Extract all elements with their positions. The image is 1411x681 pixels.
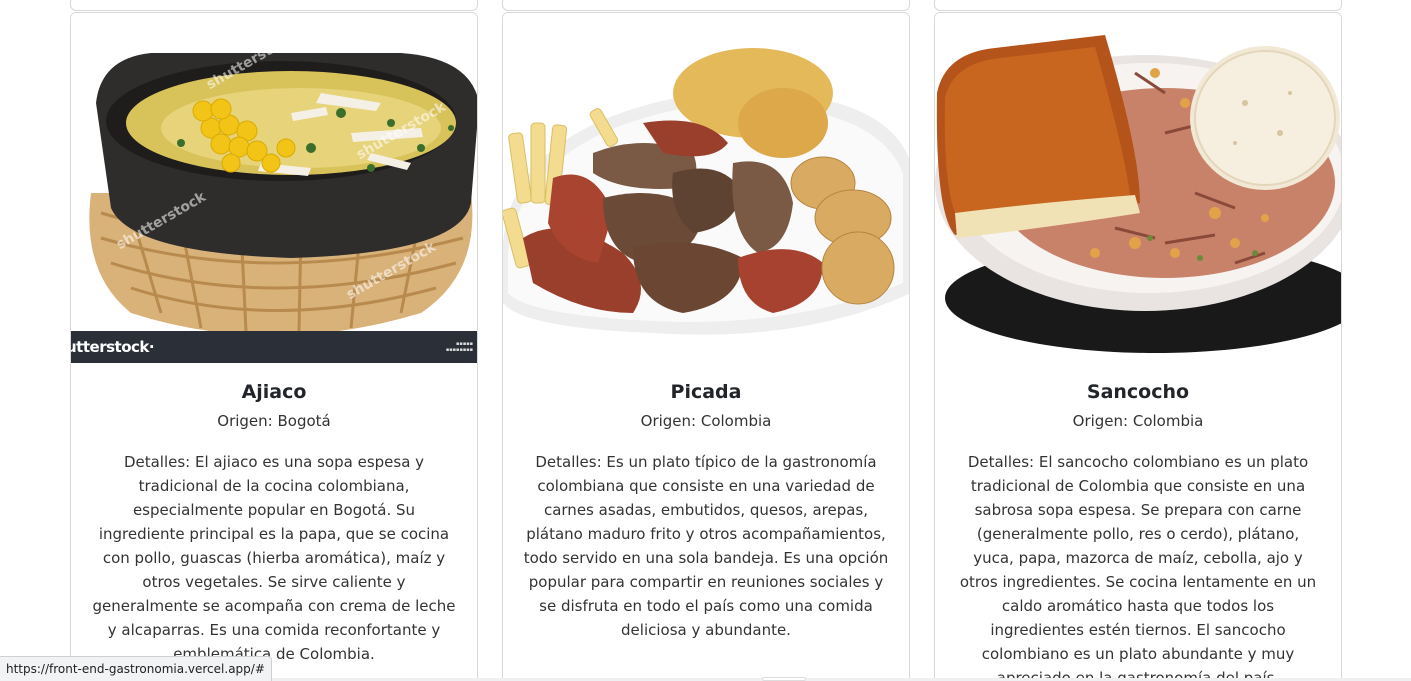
dish-details: Detalles: Es un plato típico de la gastr… xyxy=(523,453,889,639)
dish-details: Detalles: El sancocho colombiano es un p… xyxy=(959,453,1317,681)
dish-origin: Origen: Bogotá xyxy=(217,412,331,430)
browser-status-bar: https://front-end-gastronomia.vercel.app… xyxy=(0,656,272,681)
stock-photo-bar: utterstock· ▪▪▪▪▪ ▪▪▪▪▪▪▪▪ xyxy=(71,331,477,363)
dish-image-ajiaco: shutterstock shutterstock shutterstock s… xyxy=(71,13,477,363)
dish-origin: Origen: Colombia xyxy=(1072,412,1204,430)
card-body: Picada Origen: Colombia Detalles: Es un … xyxy=(503,379,909,642)
card-body: Sancocho Origen: Colombia Detalles: El s… xyxy=(935,379,1341,681)
previous-card-edge xyxy=(502,0,910,11)
ajiaco-illustration xyxy=(71,13,477,331)
dish-card-picada[interactable]: Picada Origen: Colombia Detalles: Es un … xyxy=(502,12,910,681)
picada-illustration xyxy=(503,13,909,363)
dish-title: Ajiaco xyxy=(241,381,307,403)
card-body: Ajiaco Origen: Bogotá Detalles: El ajiac… xyxy=(71,379,477,666)
previous-card-edge xyxy=(934,0,1342,11)
dish-title: Picada xyxy=(670,381,742,403)
shutterstock-logo: utterstock· xyxy=(71,338,155,356)
previous-card-edge xyxy=(70,0,478,11)
stock-photo-meta: ▪▪▪▪▪ ▪▪▪▪▪▪▪▪ xyxy=(445,341,473,353)
dish-title: Sancocho xyxy=(1086,381,1190,403)
dish-card-ajiaco[interactable]: shutterstock shutterstock shutterstock s… xyxy=(70,12,478,681)
scrollbar-thumb[interactable] xyxy=(762,677,806,681)
dish-image-picada xyxy=(503,13,909,363)
dish-card-sancocho[interactable]: Sancocho Origen: Colombia Detalles: El s… xyxy=(934,12,1342,681)
dish-details: Detalles: El ajiaco es una sopa espesa y… xyxy=(92,453,456,663)
dish-origin: Origen: Colombia xyxy=(640,412,772,430)
dish-image-sancocho xyxy=(935,13,1341,363)
sancocho-illustration xyxy=(935,13,1341,363)
page: shutterstock shutterstock shutterstock s… xyxy=(0,0,1411,681)
